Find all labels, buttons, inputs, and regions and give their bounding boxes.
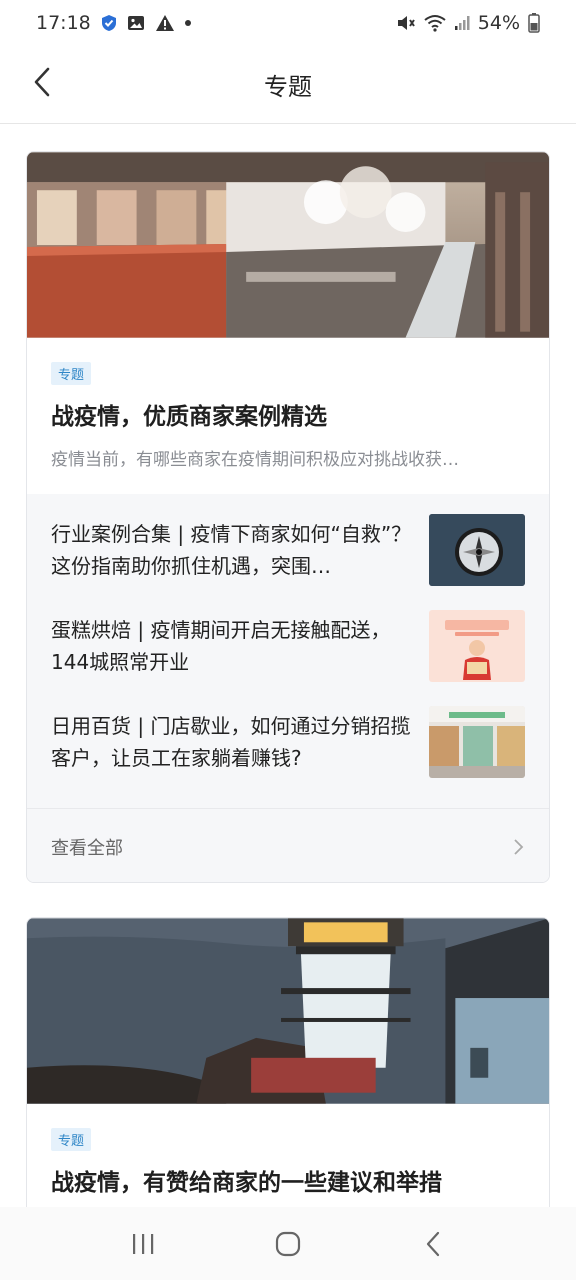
card-description: 疫情当前，有哪些商家在疫情期间积极应对挑战收获… xyxy=(51,450,459,470)
card-title[interactable]: 战疫情，优质商家案例精选 xyxy=(51,401,525,433)
article-list: 行业案例合集 | 疫情下商家如何“自救”？这份指南助你抓住机遇，突围… 蛋糕烘焙… xyxy=(27,494,549,808)
wifi-icon xyxy=(424,14,446,32)
topic-card[interactable]: 专题 战疫情，优质商家案例精选 疫情当前，有哪些商家在疫情期间积极应对挑战收获…… xyxy=(26,151,550,883)
chevron-right-icon xyxy=(514,838,524,855)
mute-icon xyxy=(396,14,416,32)
compass-thumbnail xyxy=(429,514,525,586)
app-header: 专题 xyxy=(0,46,576,124)
warning-icon xyxy=(155,14,175,32)
chevron-left-icon xyxy=(34,67,50,97)
article-item[interactable]: 日用百货 | 门店歇业，如何通过分销招揽客户，让员工在家躺着赚钱? xyxy=(51,706,525,802)
article-item[interactable]: 行业案例合集 | 疫情下商家如何“自救”？这份指南助你抓住机遇，突围… xyxy=(51,514,525,610)
page-title: 专题 xyxy=(264,73,312,101)
store-thumbnail xyxy=(429,706,525,778)
card-title[interactable]: 战疫情，有赞给商家的一些建议和举措 xyxy=(51,1167,525,1199)
view-all-label: 查看全部 xyxy=(51,837,123,859)
status-bar: 17:18 54% xyxy=(0,0,576,46)
topic-card[interactable]: 专题 战疫情，有赞给商家的一些建议和举措 xyxy=(26,917,550,1207)
topic-tag: 专题 xyxy=(51,362,92,385)
back-button[interactable] xyxy=(22,62,62,102)
recent-apps-button[interactable] xyxy=(113,1219,173,1269)
lighthouse-cover-image xyxy=(27,918,549,1104)
home-button[interactable] xyxy=(258,1219,318,1269)
article-title: 蛋糕烘焙 | 疫情期间开启无接触配送，144城照常开业 xyxy=(51,618,391,674)
recent-apps-icon xyxy=(132,1233,153,1254)
battery-icon xyxy=(528,13,540,33)
system-nav-bar xyxy=(0,1207,576,1280)
shield-check-icon xyxy=(101,14,117,32)
battery-percent: 54% xyxy=(477,12,520,34)
nav-back-button[interactable] xyxy=(403,1219,463,1269)
view-all-button[interactable]: 查看全部 xyxy=(27,808,549,882)
article-item[interactable]: 蛋糕烘焙 | 疫情期间开启无接触配送，144城照常开业 xyxy=(51,610,525,706)
image-icon xyxy=(127,15,145,31)
article-title: 日用百货 | 门店歇业，如何通过分销招揽客户，让员工在家躺着赚钱? xyxy=(51,714,411,770)
mall-cover-image xyxy=(27,152,549,338)
signal-icon xyxy=(454,15,470,31)
article-title: 行业案例合集 | 疫情下商家如何“自救”？这份指南助你抓住机遇，突围… xyxy=(51,522,412,578)
notification-dot-icon xyxy=(184,20,191,26)
nav-back-icon xyxy=(427,1231,440,1256)
delivery-promo-thumbnail xyxy=(429,610,525,682)
status-time: 17:18 xyxy=(36,12,91,34)
home-icon xyxy=(275,1231,301,1256)
topic-feed[interactable]: 专题 战疫情，优质商家案例精选 疫情当前，有哪些商家在疫情期间积极应对挑战收获…… xyxy=(0,125,576,1207)
topic-tag: 专题 xyxy=(51,1128,92,1151)
